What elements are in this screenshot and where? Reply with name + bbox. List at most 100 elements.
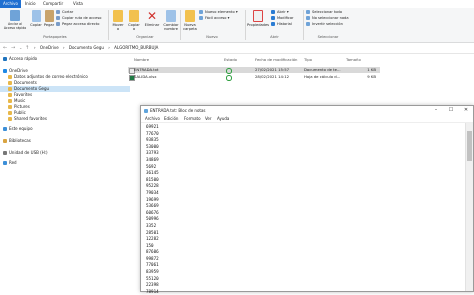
column-header-name[interactable]: Nombre [134, 57, 149, 63]
notepad-text-area[interactable]: 69921 77670 93835 53000 33793 34869 5692 36145 8… [146, 124, 446, 295]
text-line: 79034 [146, 189, 159, 195]
sidebar-item-label: Unidad de USB (H:) [9, 150, 48, 155]
cut-button[interactable]: Cortar [56, 10, 73, 15]
notepad-title-bar[interactable]: ENTRADA.txt: Bloc de notas – ☐ ✕ [141, 106, 473, 115]
rename-button[interactable]: Cambiar nombre [162, 10, 180, 31]
text-line: 60676 [146, 209, 159, 215]
sidebar-item[interactable]: Acceso rápido [0, 56, 125, 62]
breadcrumb-separator-icon: › [34, 45, 36, 50]
group-divider [108, 10, 109, 40]
sidebar-item[interactable]: Shared favorites [0, 116, 130, 122]
invert-selection-button[interactable]: Invertir selección [306, 22, 343, 27]
properties-button[interactable]: Propiedades [247, 10, 269, 27]
paste-shortcut-button[interactable]: Pegar acceso directo [56, 22, 99, 27]
file-list: Nombre Estado Fecha de modificación Tipo… [124, 54, 474, 104]
sidebar-item-label: Documents [14, 80, 37, 85]
sync-status-icon [226, 74, 246, 83]
copy-to-button[interactable]: Copiar a [127, 10, 141, 31]
sidebar-item[interactable]: Este equipo [0, 126, 125, 132]
delete-button[interactable]: ✕ Eliminar [144, 10, 160, 27]
column-header-type[interactable]: Tipo [304, 57, 312, 63]
column-header-status[interactable]: Estado [224, 57, 237, 63]
vertical-scrollbar[interactable] [465, 123, 473, 291]
tab-home[interactable]: Inicio [22, 1, 39, 7]
file-row[interactable]: ENTRADA.txt 27/02/2021 15:57 Documento de … [128, 67, 380, 74]
text-line: 53669 [146, 203, 159, 209]
open-icon [271, 10, 275, 14]
easy-access-button[interactable]: Fácil acceso ▾ [199, 16, 229, 21]
notepad-window: ENTRADA.txt: Bloc de notas – ☐ ✕ Archivo… [140, 105, 474, 295]
minimize-icon[interactable]: – [429, 106, 443, 115]
open-button[interactable]: Abrir ▾ [271, 10, 289, 15]
new-group-label: Nuevo [206, 35, 218, 39]
group-divider [180, 10, 181, 40]
select-group-label: Seleccionar [317, 35, 339, 39]
column-header-modified[interactable]: Fecha de modificación [255, 57, 297, 63]
sidebar-item-label: Datos adjuntos de correo electrónico [14, 74, 88, 79]
close-icon[interactable]: ✕ [459, 106, 473, 115]
paste-label: Pegar [43, 23, 55, 27]
edit-button[interactable]: Modificar [271, 16, 294, 21]
tab-share[interactable]: Compartir [40, 1, 66, 7]
folder-icon [8, 81, 12, 85]
forward-arrow-icon[interactable]: → [11, 45, 15, 51]
move-to-button[interactable]: Mover a [111, 10, 125, 31]
text-line: 50996 [146, 216, 159, 222]
maximize-icon[interactable]: ☐ [444, 106, 458, 115]
column-header-size[interactable]: Tamaño [346, 57, 361, 63]
menu-help[interactable]: Ayuda [217, 115, 229, 122]
select-all-label: Seleccionar todo [312, 10, 343, 14]
scrollbar-thumb[interactable] [467, 131, 472, 161]
breadcrumb[interactable]: › OneDrive › Documento Gegu › ALGORITMO_… [34, 45, 161, 51]
file-modified: 28/02/2021 14:12 [255, 74, 290, 79]
file-row[interactable]: SALIDA.xlsx 28/02/2021 14:12 Hoja de cálcu… [128, 74, 380, 83]
notepad-title: ENTRADA.txt: Bloc de notas [150, 108, 206, 113]
breadcrumb-item-documento-gegu[interactable]: Documento Gegu [69, 45, 104, 50]
recent-chevron-down-icon[interactable]: ⌄ [19, 45, 22, 51]
copy-folder-icon [129, 10, 139, 22]
copy-label: Copiar [30, 23, 42, 27]
tab-view[interactable]: Vista [70, 1, 86, 7]
select-none-button[interactable]: No seleccionar nada [306, 16, 349, 21]
pin-quick-access-button[interactable]: Anclar al Acceso rápido [2, 10, 28, 30]
sidebar-item[interactable]: Bibliotecas [0, 138, 125, 144]
text-line: 22398 [146, 282, 159, 288]
back-arrow-icon[interactable]: ← [3, 45, 7, 51]
network-icon [3, 161, 7, 165]
sidebar-item[interactable]: Red [0, 160, 125, 166]
notepad-menu-bar: Archivo Edición Formato Ver Ayuda [141, 115, 473, 123]
menu-edit[interactable]: Edición [164, 115, 178, 122]
scissors-icon [56, 10, 60, 14]
folder-icon [8, 117, 12, 121]
text-line: 53000 [146, 143, 159, 149]
star-icon [3, 57, 7, 61]
breadcrumb-item-onedrive[interactable]: OneDrive [40, 45, 59, 50]
text-line: 5692 [146, 163, 157, 169]
menu-view[interactable]: Ver [205, 115, 212, 122]
group-divider [245, 10, 246, 40]
sidebar-item-label: Music [14, 98, 26, 103]
menu-file[interactable]: Archivo [145, 115, 160, 122]
computer-icon [3, 127, 7, 131]
tab-file[interactable]: Archivo [0, 0, 21, 8]
new-item-button[interactable]: Nuevo elemento ▾ [199, 10, 238, 15]
breadcrumb-item-algoritmo-burbuja[interactable]: ALGORITMO_BURBUJA [114, 45, 158, 50]
text-line: 77670 [146, 130, 159, 136]
folder-icon [8, 93, 12, 97]
library-icon [3, 139, 7, 143]
file-size: 9 KB [367, 74, 376, 79]
menu-format[interactable]: Formato [184, 115, 201, 122]
edit-icon [271, 16, 275, 20]
up-arrow-icon[interactable]: ↑ [25, 45, 29, 51]
copy-button[interactable]: Copiar [30, 10, 42, 27]
paste-button[interactable]: Pegar [43, 10, 55, 27]
shortcut-icon [56, 22, 60, 26]
invert-selection-label: Invertir selección [312, 22, 343, 26]
text-line: 34869 [146, 156, 159, 162]
copy-path-button[interactable]: Copiar ruta de acceso [56, 16, 101, 21]
text-line: 150 [146, 242, 154, 248]
history-button[interactable]: Historial [271, 22, 292, 27]
sidebar-item[interactable]: Unidad de USB (H:) [0, 150, 125, 156]
select-all-button[interactable]: Seleccionar todo [306, 10, 342, 15]
new-folder-button[interactable]: Nueva carpeta [182, 10, 198, 31]
